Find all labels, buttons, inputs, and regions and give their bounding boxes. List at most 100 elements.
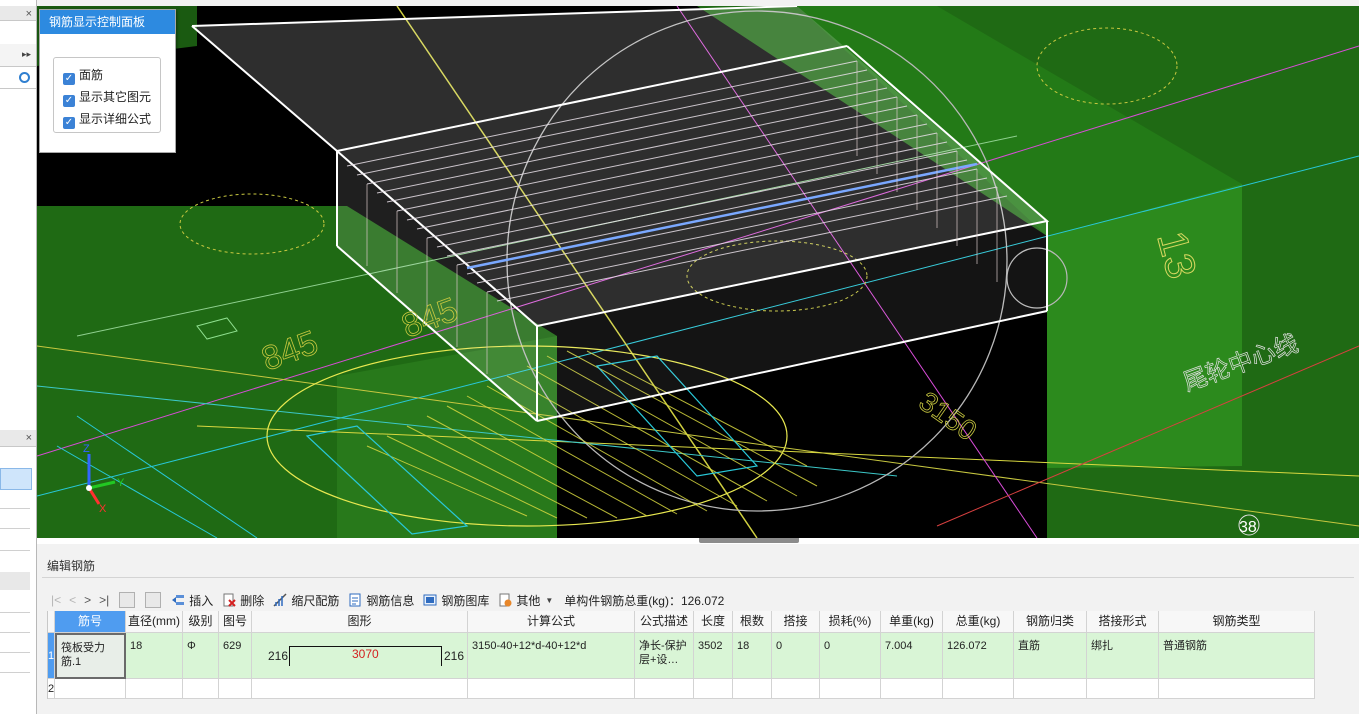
column-header[interactable]: 损耗(%) <box>820 611 881 633</box>
cell-formula-desc[interactable] <box>635 679 694 699</box>
rebar-info-button[interactable]: 钢筋信息 <box>348 592 414 609</box>
header-corner <box>48 611 55 633</box>
left-search-box[interactable] <box>0 68 36 89</box>
column-header[interactable]: 总重(kg) <box>943 611 1014 633</box>
cell-shape[interactable]: 216 3070 216 <box>252 633 468 679</box>
option-show-other-elements[interactable]: ✓ 显示其它图元 <box>63 88 151 107</box>
cell-lap[interactable] <box>772 679 820 699</box>
cell-shape[interactable] <box>252 679 468 699</box>
checkbox-checked-icon[interactable]: ✓ <box>63 95 75 107</box>
cell-formula-desc[interactable]: 净长-保护层+设… <box>635 633 694 679</box>
last-record-button[interactable]: >| <box>99 593 109 607</box>
scale-rebar-label: 缩尺配筋 <box>291 593 340 608</box>
other-icon <box>499 593 512 607</box>
expand-icon[interactable]: ▸▸ <box>22 49 31 60</box>
option-top-rebar[interactable]: ✓ 面筋 <box>63 66 103 85</box>
rebar-library-button[interactable]: 钢筋图库 <box>423 592 489 609</box>
cell-rebar-type[interactable]: 普通钢筋 <box>1159 633 1315 679</box>
column-header[interactable]: 筋号 <box>55 611 126 633</box>
column-header[interactable]: 公式描述 <box>635 611 694 633</box>
column-header[interactable]: 计算公式 <box>468 611 635 633</box>
cell-total-weight[interactable] <box>943 679 1014 699</box>
column-header[interactable]: 图形 <box>252 611 468 633</box>
svg-text:Y: Y <box>117 477 125 489</box>
shape-hook-left <box>289 646 290 666</box>
checkbox-checked-icon[interactable]: ✓ <box>63 73 75 85</box>
cell-total-weight[interactable]: 126.072 <box>943 633 1014 679</box>
column-header[interactable]: 单重(kg) <box>881 611 943 633</box>
delete-icon <box>223 593 237 607</box>
cell-unit-weight[interactable]: 7.004 <box>881 633 943 679</box>
cell-category[interactable] <box>1014 679 1087 699</box>
search-icon[interactable] <box>19 72 30 83</box>
left-divider <box>0 672 30 673</box>
cell-count[interactable]: 18 <box>733 633 772 679</box>
column-header[interactable]: 钢筋归类 <box>1014 611 1087 633</box>
splitter-grip[interactable] <box>699 538 799 543</box>
cell-shape-no[interactable]: 629 <box>219 633 252 679</box>
left-divider <box>0 632 30 633</box>
option-show-detail-formula[interactable]: ✓ 显示详细公式 <box>63 110 151 129</box>
dimension-label: 3150 <box>914 386 983 447</box>
cell-grade[interactable] <box>183 679 219 699</box>
column-header[interactable]: 图号 <box>219 611 252 633</box>
table-row[interactable]: 2 <box>48 679 1353 699</box>
cell-shape-no[interactable] <box>219 679 252 699</box>
cell-name[interactable]: 筏板受力筋.1 <box>55 633 126 679</box>
column-header[interactable]: 钢筋类型 <box>1159 611 1315 633</box>
cell-diameter[interactable]: 18 <box>126 633 183 679</box>
cell-loss[interactable] <box>820 679 881 699</box>
delete-button[interactable]: 删除 <box>222 592 264 609</box>
move-down-icon[interactable] <box>145 592 162 608</box>
left-panel-toolbar: ▸▸ <box>0 44 36 67</box>
column-header[interactable]: 根数 <box>733 611 772 633</box>
cell-grade[interactable]: Φ <box>183 633 219 679</box>
cell-category[interactable]: 直筋 <box>1014 633 1087 679</box>
left-divider <box>0 550 30 551</box>
left-group-header <box>0 572 30 590</box>
scale-rebar-button[interactable]: 缩尺配筋 <box>273 592 339 609</box>
prev-record-button[interactable]: < <box>69 593 76 607</box>
cell-rebar-type[interactable] <box>1159 679 1315 699</box>
table-row[interactable]: 1 筏板受力筋.1 18 Φ 629 216 3070 216 3150-40+… <box>48 633 1353 679</box>
cell-lap[interactable]: 0 <box>772 633 820 679</box>
column-header[interactable]: 直径(mm) <box>126 611 183 633</box>
move-up-icon[interactable] <box>119 592 136 608</box>
control-panel-options: ✓ 面筋 ✓ 显示其它图元 ✓ 显示详细公式 <box>53 57 161 133</box>
svg-text:X: X <box>99 503 107 515</box>
checkbox-checked-icon[interactable]: ✓ <box>63 117 75 129</box>
shape-mid-value: 3070 <box>352 647 379 661</box>
column-header[interactable]: 级别 <box>183 611 219 633</box>
row-number[interactable]: 2 <box>48 679 55 699</box>
column-header[interactable]: 长度 <box>694 611 733 633</box>
3d-viewport[interactable]: 845 845 3150 13 尾轮中心线 38 Z Y X <box>37 6 1359 538</box>
left-lower-panel-header: × <box>0 430 36 447</box>
row-number[interactable]: 1 <box>48 633 55 679</box>
left-side-panel: × ▸▸ × <box>0 0 37 714</box>
other-menu-button[interactable]: 其他 ▼ <box>498 592 553 609</box>
cell-unit-weight[interactable] <box>881 679 943 699</box>
edit-panel-title: 编辑钢筋 <box>47 559 96 573</box>
next-record-button[interactable]: > <box>84 593 91 607</box>
cell-lap-type[interactable] <box>1087 679 1159 699</box>
rebar-display-control-panel: 钢筋显示控制面板 ✓ 面筋 ✓ 显示其它图元 ✓ 显示详细公式 <box>39 9 176 153</box>
close-icon[interactable]: × <box>26 432 32 444</box>
left-selected-item[interactable] <box>0 468 32 490</box>
edit-rebar-panel: 编辑钢筋 |< < > >| 插入 删除 缩尺配筋 钢筋信息 钢筋图库 其他 ▼… <box>37 544 1359 714</box>
cell-loss[interactable]: 0 <box>820 633 881 679</box>
cell-lap-type[interactable]: 绑扎 <box>1087 633 1159 679</box>
cell-formula[interactable]: 3150-40+12*d-40+12*d <box>468 633 635 679</box>
insert-button[interactable]: 插入 <box>171 592 213 609</box>
cell-name[interactable] <box>55 679 126 699</box>
edit-toolbar: |< < > >| 插入 删除 缩尺配筋 钢筋信息 钢筋图库 其他 ▼ 单构件钢… <box>51 590 724 610</box>
cell-formula[interactable] <box>468 679 635 699</box>
cell-length[interactable] <box>694 679 733 699</box>
left-divider <box>0 652 30 653</box>
first-record-button[interactable]: |< <box>51 593 61 607</box>
cell-diameter[interactable] <box>126 679 183 699</box>
column-header[interactable]: 搭接 <box>772 611 820 633</box>
cell-length[interactable]: 3502 <box>694 633 733 679</box>
column-header[interactable]: 搭接形式 <box>1087 611 1159 633</box>
cell-count[interactable] <box>733 679 772 699</box>
close-icon[interactable]: × <box>26 8 32 20</box>
